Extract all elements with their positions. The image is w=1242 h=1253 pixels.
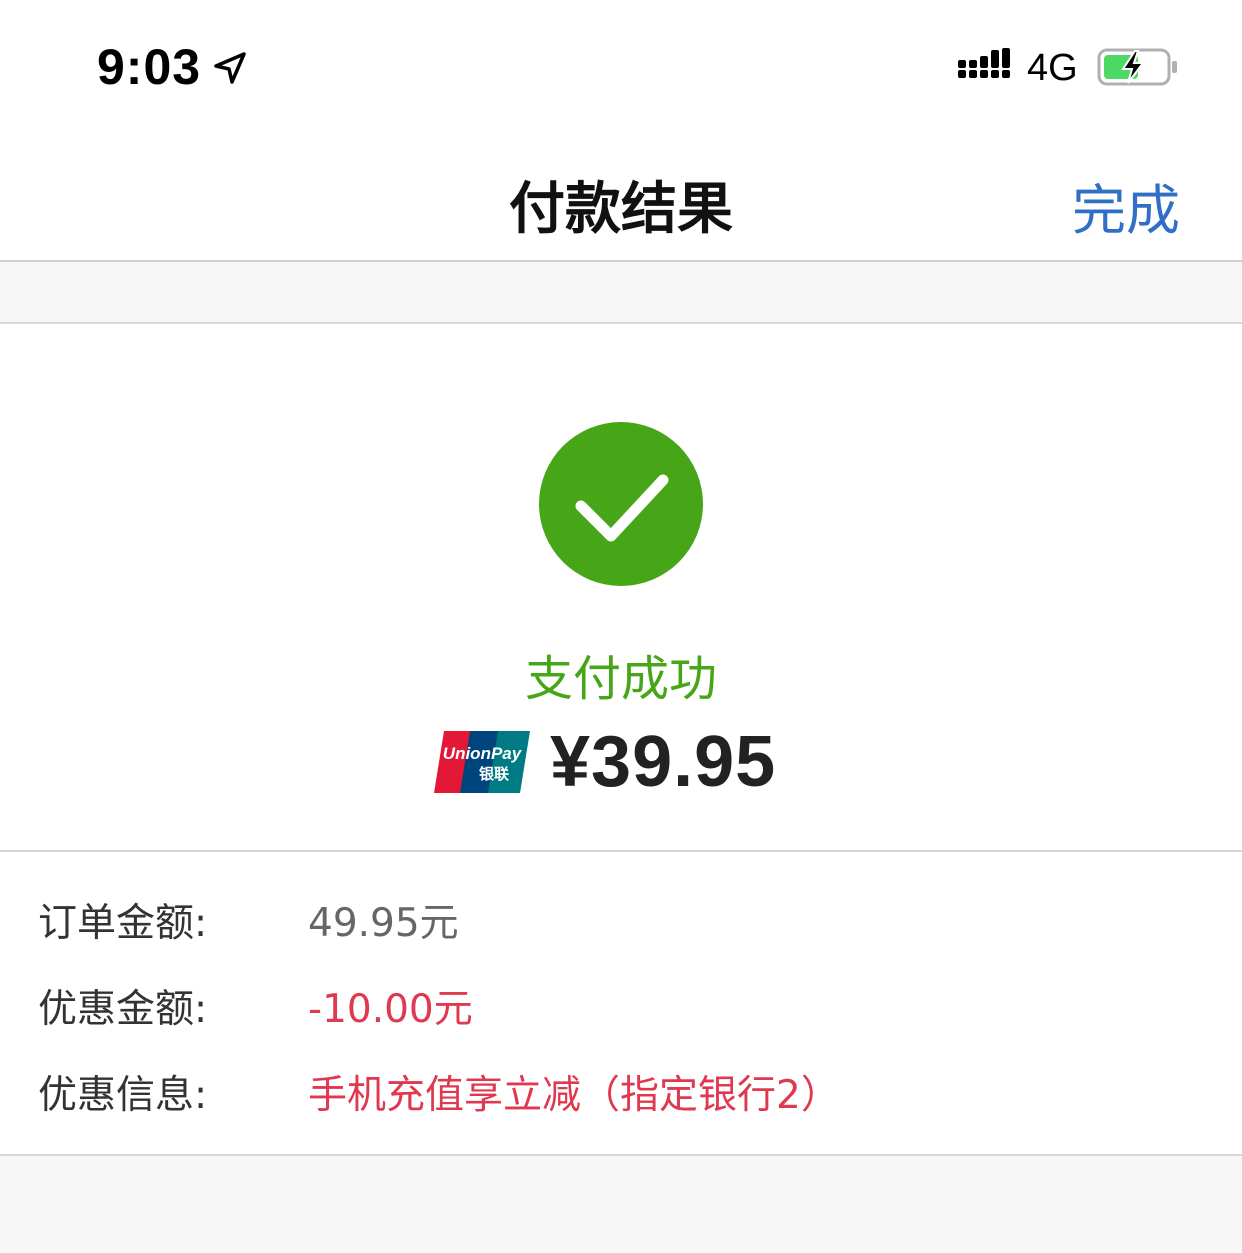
detail-label: 优惠信息: (38, 1073, 208, 1118)
payment-result-card: 支付成功 UnionPay 银联 ¥39.95 订单金额: 49.95元 优惠金… (0, 322, 1242, 1156)
unionpay-logo-icon: UnionPay 银联 (434, 731, 530, 793)
divider (0, 850, 1242, 852)
location-arrow-icon (214, 52, 246, 84)
page-title: 付款结果 (509, 177, 733, 242)
done-button[interactable]: 完成 (1072, 166, 1180, 245)
paid-amount: ¥39.95 (550, 722, 777, 802)
payment-details: 订单金额: 49.95元 优惠金额: -10.00元 优惠信息: 手机充值享立减… (0, 870, 1242, 1128)
detail-value: -10.00元 (308, 987, 473, 1032)
detail-row-discount-info: 优惠信息: 手机充值享立减（指定银行2） (0, 1042, 1242, 1128)
detail-label: 订单金额: (38, 901, 208, 946)
status-time: 9:03 (97, 39, 202, 95)
detail-value: 49.95元 (308, 901, 459, 946)
svg-text:银联: 银联 (479, 765, 510, 783)
battery-charging-icon (1097, 48, 1177, 86)
network-type: 4G (1027, 47, 1078, 89)
payment-status: 支付成功 (524, 651, 717, 707)
success-check-icon (539, 422, 703, 586)
detail-label: 优惠金额: (38, 987, 208, 1032)
svg-text:UnionPay: UnionPay (443, 744, 523, 763)
signal-strength-icon (958, 48, 1010, 78)
detail-row-discount-amount: 优惠金额: -10.00元 (0, 956, 1242, 1042)
amount-row: UnionPay 银联 ¥39.95 (432, 722, 776, 802)
detail-value: 手机充值享立减（指定银行2） (308, 1073, 840, 1118)
detail-row-order-amount: 订单金额: 49.95元 (0, 870, 1242, 956)
status-bar: 9:03 4G (0, 0, 1242, 132)
navigation-bar: 付款结果 完成 (0, 132, 1242, 262)
